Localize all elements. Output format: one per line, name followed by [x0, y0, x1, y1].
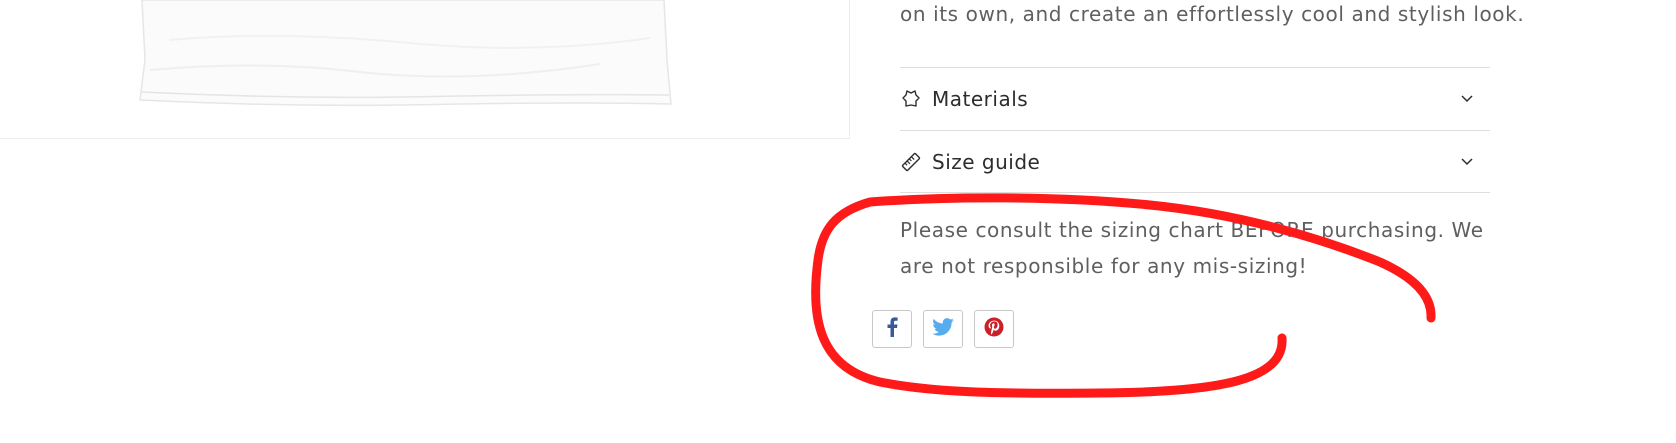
twitter-icon	[932, 318, 954, 340]
ruler-icon	[900, 151, 922, 173]
product-media	[0, 0, 850, 139]
facebook-icon	[885, 317, 899, 341]
chevron-down-icon	[1460, 155, 1474, 169]
pinterest-share-button[interactable]	[974, 310, 1014, 348]
facebook-share-button[interactable]	[872, 310, 912, 348]
pinterest-icon	[984, 317, 1004, 341]
chevron-down-icon	[1460, 92, 1474, 106]
twitter-share-button[interactable]	[923, 310, 963, 348]
materials-accordion[interactable]: Materials	[900, 67, 1490, 129]
product-page: on its own, and create an effortlessly c…	[0, 0, 1676, 443]
product-description: on its own, and create an effortlessly c…	[900, 2, 1525, 26]
share-buttons	[872, 310, 1014, 348]
size-guide-accordion[interactable]: Size guide	[900, 130, 1490, 193]
product-image[interactable]	[0, 0, 850, 139]
leather-icon	[900, 88, 922, 110]
size-guide-label: Size guide	[932, 149, 1041, 174]
size-note: Please consult the sizing chart BEFORE p…	[900, 218, 1484, 278]
materials-label: Materials	[932, 86, 1029, 111]
